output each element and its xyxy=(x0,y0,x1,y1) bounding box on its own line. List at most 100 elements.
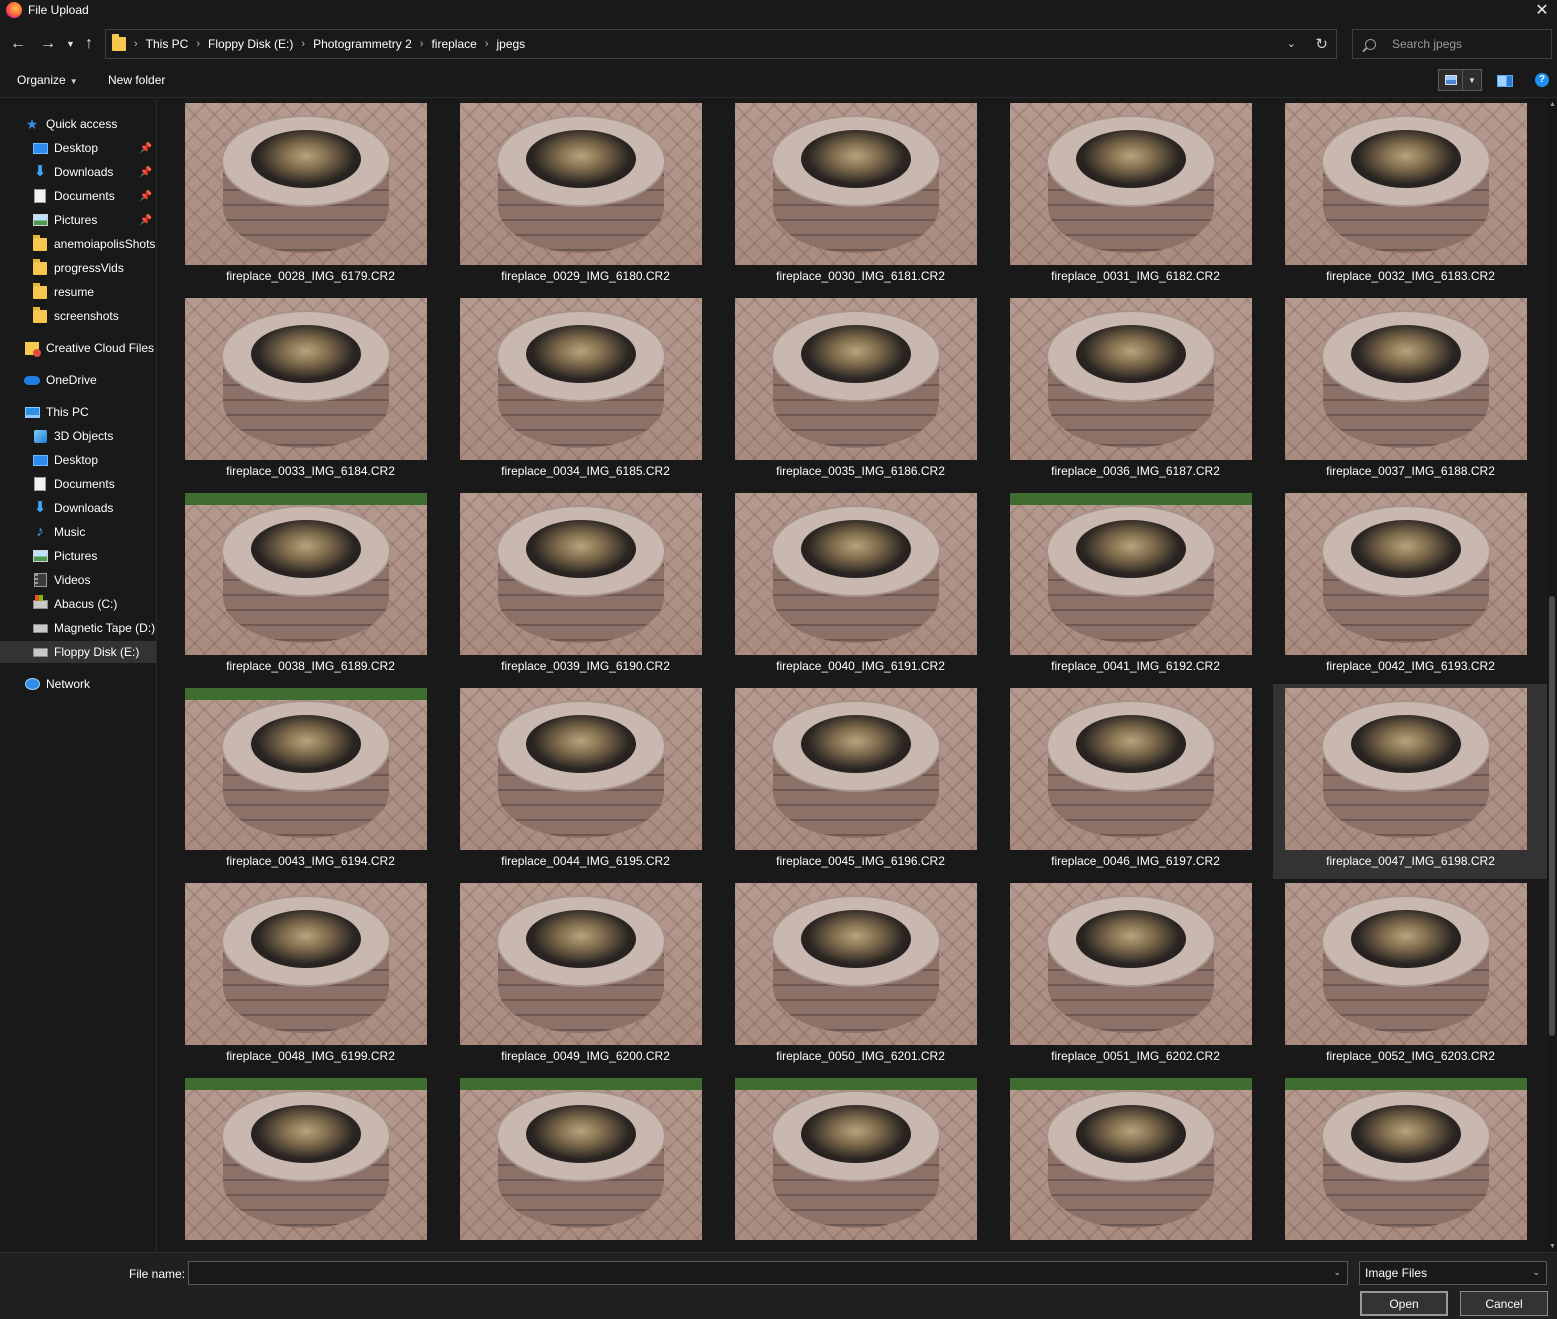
sidebar-item-this-pc[interactable]: This PC xyxy=(24,401,156,423)
file-item[interactable]: fireplace_0044_IMG_6195.CR2 xyxy=(448,684,723,879)
file-item[interactable]: fireplace_0038_IMG_6189.CR2 xyxy=(173,489,448,684)
sidebar-item-magnetic-tape-d[interactable]: Magnetic Tape (D:) xyxy=(32,617,156,639)
change-view-button[interactable]: ▼ xyxy=(1438,69,1482,91)
file-grid[interactable]: fireplace_0028_IMG_6179.CR2 fireplace_00… xyxy=(158,99,1547,1252)
file-name-combobox[interactable]: ⌄ xyxy=(188,1261,1348,1285)
file-item[interactable]: fireplace_0040_IMG_6191.CR2 xyxy=(723,489,998,684)
chevron-right-icon[interactable]: › xyxy=(301,38,305,50)
file-item[interactable]: fireplace_0049_IMG_6200.CR2 xyxy=(448,879,723,1074)
file-item-partial[interactable] xyxy=(723,1074,998,1252)
file-item[interactable]: fireplace_0046_IMG_6197.CR2 xyxy=(998,684,1273,879)
sidebar-item-downloads[interactable]: ⬇ Downloads 📌 xyxy=(32,161,156,183)
close-icon[interactable]: ✕ xyxy=(1527,0,1557,20)
scroll-up-arrow-icon[interactable]: ▲ xyxy=(1549,101,1556,108)
new-folder-button[interactable]: New folder xyxy=(108,73,165,87)
file-item[interactable]: fireplace_0052_IMG_6203.CR2 xyxy=(1273,879,1547,1074)
file-item[interactable]: fireplace_0050_IMG_6201.CR2 xyxy=(723,879,998,1074)
chevron-down-icon[interactable]: ▼ xyxy=(1463,70,1481,90)
file-thumbnail xyxy=(185,1078,427,1240)
sidebar-item-pc-pictures[interactable]: Pictures xyxy=(32,545,156,567)
refresh-icon[interactable]: ↻ xyxy=(1315,35,1328,53)
pin-icon[interactable]: 📌 xyxy=(140,215,152,226)
file-item[interactable]: fireplace_0030_IMG_6181.CR2 xyxy=(723,99,998,294)
file-item[interactable]: fireplace_0041_IMG_6192.CR2 xyxy=(998,489,1273,684)
file-item[interactable]: fireplace_0037_IMG_6188.CR2 xyxy=(1273,294,1547,489)
sidebar-item-music[interactable]: ♪ Music xyxy=(32,521,156,543)
file-item[interactable]: fireplace_0045_IMG_6196.CR2 xyxy=(723,684,998,879)
organize-button[interactable]: Organize ▼ xyxy=(17,73,78,87)
scrollbar-thumb[interactable] xyxy=(1549,596,1555,1036)
cancel-button[interactable]: Cancel xyxy=(1460,1291,1548,1316)
breadcrumb-floppy-disk[interactable]: Floppy Disk (E:) xyxy=(208,37,293,51)
sidebar-item-desktop[interactable]: Desktop 📌 xyxy=(32,137,156,159)
sidebar-item-label: Videos xyxy=(54,573,91,587)
file-item-partial[interactable] xyxy=(173,1074,448,1252)
scroll-down-arrow-icon[interactable]: ▼ xyxy=(1549,1243,1556,1250)
help-icon[interactable]: ? xyxy=(1535,73,1549,87)
file-item-partial[interactable] xyxy=(1273,1074,1547,1252)
file-item[interactable]: fireplace_0034_IMG_6185.CR2 xyxy=(448,294,723,489)
file-item[interactable]: fireplace_0048_IMG_6199.CR2 xyxy=(173,879,448,1074)
back-arrow-icon[interactable]: ← xyxy=(10,34,26,54)
breadcrumb-fireplace[interactable]: fireplace xyxy=(431,37,476,51)
breadcrumb-this-pc[interactable]: This PC xyxy=(146,37,189,51)
file-item-partial[interactable] xyxy=(998,1074,1273,1252)
forward-arrow-icon[interactable]: → xyxy=(40,34,56,54)
open-button[interactable]: Open xyxy=(1360,1291,1448,1316)
search-input[interactable] xyxy=(1392,37,1542,51)
sidebar-item-resume[interactable]: resume xyxy=(32,281,156,303)
search-box[interactable] xyxy=(1352,29,1552,59)
sidebar-item-documents[interactable]: Documents 📌 xyxy=(32,185,156,207)
file-item[interactable]: fireplace_0033_IMG_6184.CR2 xyxy=(173,294,448,489)
sidebar-item-videos[interactable]: Videos xyxy=(32,569,156,591)
chevron-right-icon[interactable]: › xyxy=(134,38,138,50)
sidebar-item-pc-desktop[interactable]: Desktop xyxy=(32,449,156,471)
sidebar-item-screenshots[interactable]: screenshots xyxy=(32,305,156,327)
sidebar-item-anemoiapolisshots[interactable]: anemoiapolisShots xyxy=(32,233,156,255)
sidebar-item-label: screenshots xyxy=(54,309,119,323)
sidebar-item-floppy-disk-e[interactable]: Floppy Disk (E:) xyxy=(0,641,156,663)
address-bar[interactable]: › This PC › Floppy Disk (E:) › Photogram… xyxy=(105,29,1337,59)
file-item[interactable]: fireplace_0051_IMG_6202.CR2 xyxy=(998,879,1273,1074)
file-item[interactable]: fireplace_0039_IMG_6190.CR2 xyxy=(448,489,723,684)
recent-locations-chevron-icon[interactable]: ▼ xyxy=(66,34,75,54)
sidebar-item-pictures[interactable]: Pictures 📌 xyxy=(32,209,156,231)
breadcrumb-photogrammetry[interactable]: Photogrammetry 2 xyxy=(313,37,412,51)
chevron-right-icon[interactable]: › xyxy=(485,38,489,50)
vertical-scrollbar[interactable]: ▲ ▼ xyxy=(1547,99,1557,1252)
sidebar-item-onedrive[interactable]: OneDrive xyxy=(24,369,156,391)
up-arrow-icon[interactable]: ↑ xyxy=(85,34,93,54)
chevron-down-icon[interactable]: ⌄ xyxy=(1287,37,1296,50)
file-item[interactable]: fireplace_0042_IMG_6193.CR2 xyxy=(1273,489,1547,684)
sidebar-item-creative-cloud[interactable]: Creative Cloud Files xyxy=(24,337,156,359)
file-type-select[interactable]: Image Files ⌄ xyxy=(1359,1261,1547,1285)
file-item[interactable]: fireplace_0028_IMG_6179.CR2 xyxy=(173,99,448,294)
chevron-down-icon[interactable]: ⌄ xyxy=(1333,1267,1341,1278)
navigation-pane[interactable]: ★ Quick access Desktop 📌 ⬇ Downloads 📌 D… xyxy=(0,99,157,1252)
file-item-highlighted[interactable]: fireplace_0047_IMG_6198.CR2 xyxy=(1273,684,1547,879)
file-item[interactable]: fireplace_0031_IMG_6182.CR2 xyxy=(998,99,1273,294)
file-item[interactable]: fireplace_0029_IMG_6180.CR2 xyxy=(448,99,723,294)
sidebar-item-quick-access[interactable]: ★ Quick access xyxy=(24,113,154,135)
file-item[interactable]: fireplace_0036_IMG_6187.CR2 xyxy=(998,294,1273,489)
file-item[interactable]: fireplace_0035_IMG_6186.CR2 xyxy=(723,294,998,489)
file-item[interactable]: fireplace_0043_IMG_6194.CR2 xyxy=(173,684,448,879)
file-item-partial[interactable] xyxy=(448,1074,723,1252)
sidebar-item-pc-downloads[interactable]: ⬇ Downloads xyxy=(32,497,156,519)
breadcrumb-jpegs[interactable]: jpegs xyxy=(496,37,525,51)
sidebar-item-progressvids[interactable]: progressVids xyxy=(32,257,156,279)
sidebar-item-network[interactable]: Network xyxy=(24,673,156,695)
chevron-right-icon[interactable]: › xyxy=(420,38,424,50)
file-name-label: fireplace_0032_IMG_6183.CR2 xyxy=(1326,269,1495,283)
file-name-input[interactable] xyxy=(189,1262,1319,1284)
chevron-right-icon[interactable]: › xyxy=(196,38,200,50)
preview-pane-icon[interactable] xyxy=(1497,75,1513,87)
pin-icon[interactable]: 📌 xyxy=(140,143,152,154)
file-item[interactable]: fireplace_0032_IMG_6183.CR2 xyxy=(1273,99,1547,294)
sidebar-item-abacus-c[interactable]: Abacus (C:) xyxy=(32,593,156,615)
sidebar-item-pc-documents[interactable]: Documents xyxy=(32,473,156,495)
file-name-label: fireplace_0043_IMG_6194.CR2 xyxy=(226,854,395,868)
pin-icon[interactable]: 📌 xyxy=(140,167,152,178)
pin-icon[interactable]: 📌 xyxy=(140,191,152,202)
sidebar-item-3d-objects[interactable]: 3D Objects xyxy=(32,425,156,447)
